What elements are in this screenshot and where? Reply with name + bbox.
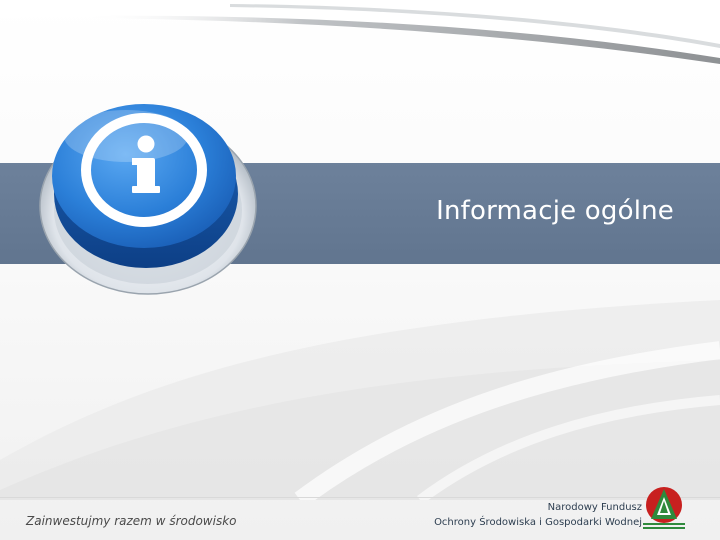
footer-motto: Zainwestujmy razem w środowisko — [26, 514, 237, 528]
nfosigw-logo — [643, 487, 685, 529]
footer-org-name: Narodowy Fundusz Ochrony Środowiska i Go… — [434, 500, 642, 530]
info-icon — [39, 104, 257, 295]
org-line-1: Narodowy Fundusz — [547, 502, 642, 513]
slide-title: Informacje ogólne — [436, 196, 674, 226]
org-line-2: Ochrony Środowiska i Gospodarki Wodnej — [434, 517, 642, 528]
footer-divider — [0, 497, 720, 498]
slide: Informacje ogólne Zainwestujmy razem w ś… — [0, 0, 720, 540]
top-swoosh-decoration — [0, 0, 720, 64]
